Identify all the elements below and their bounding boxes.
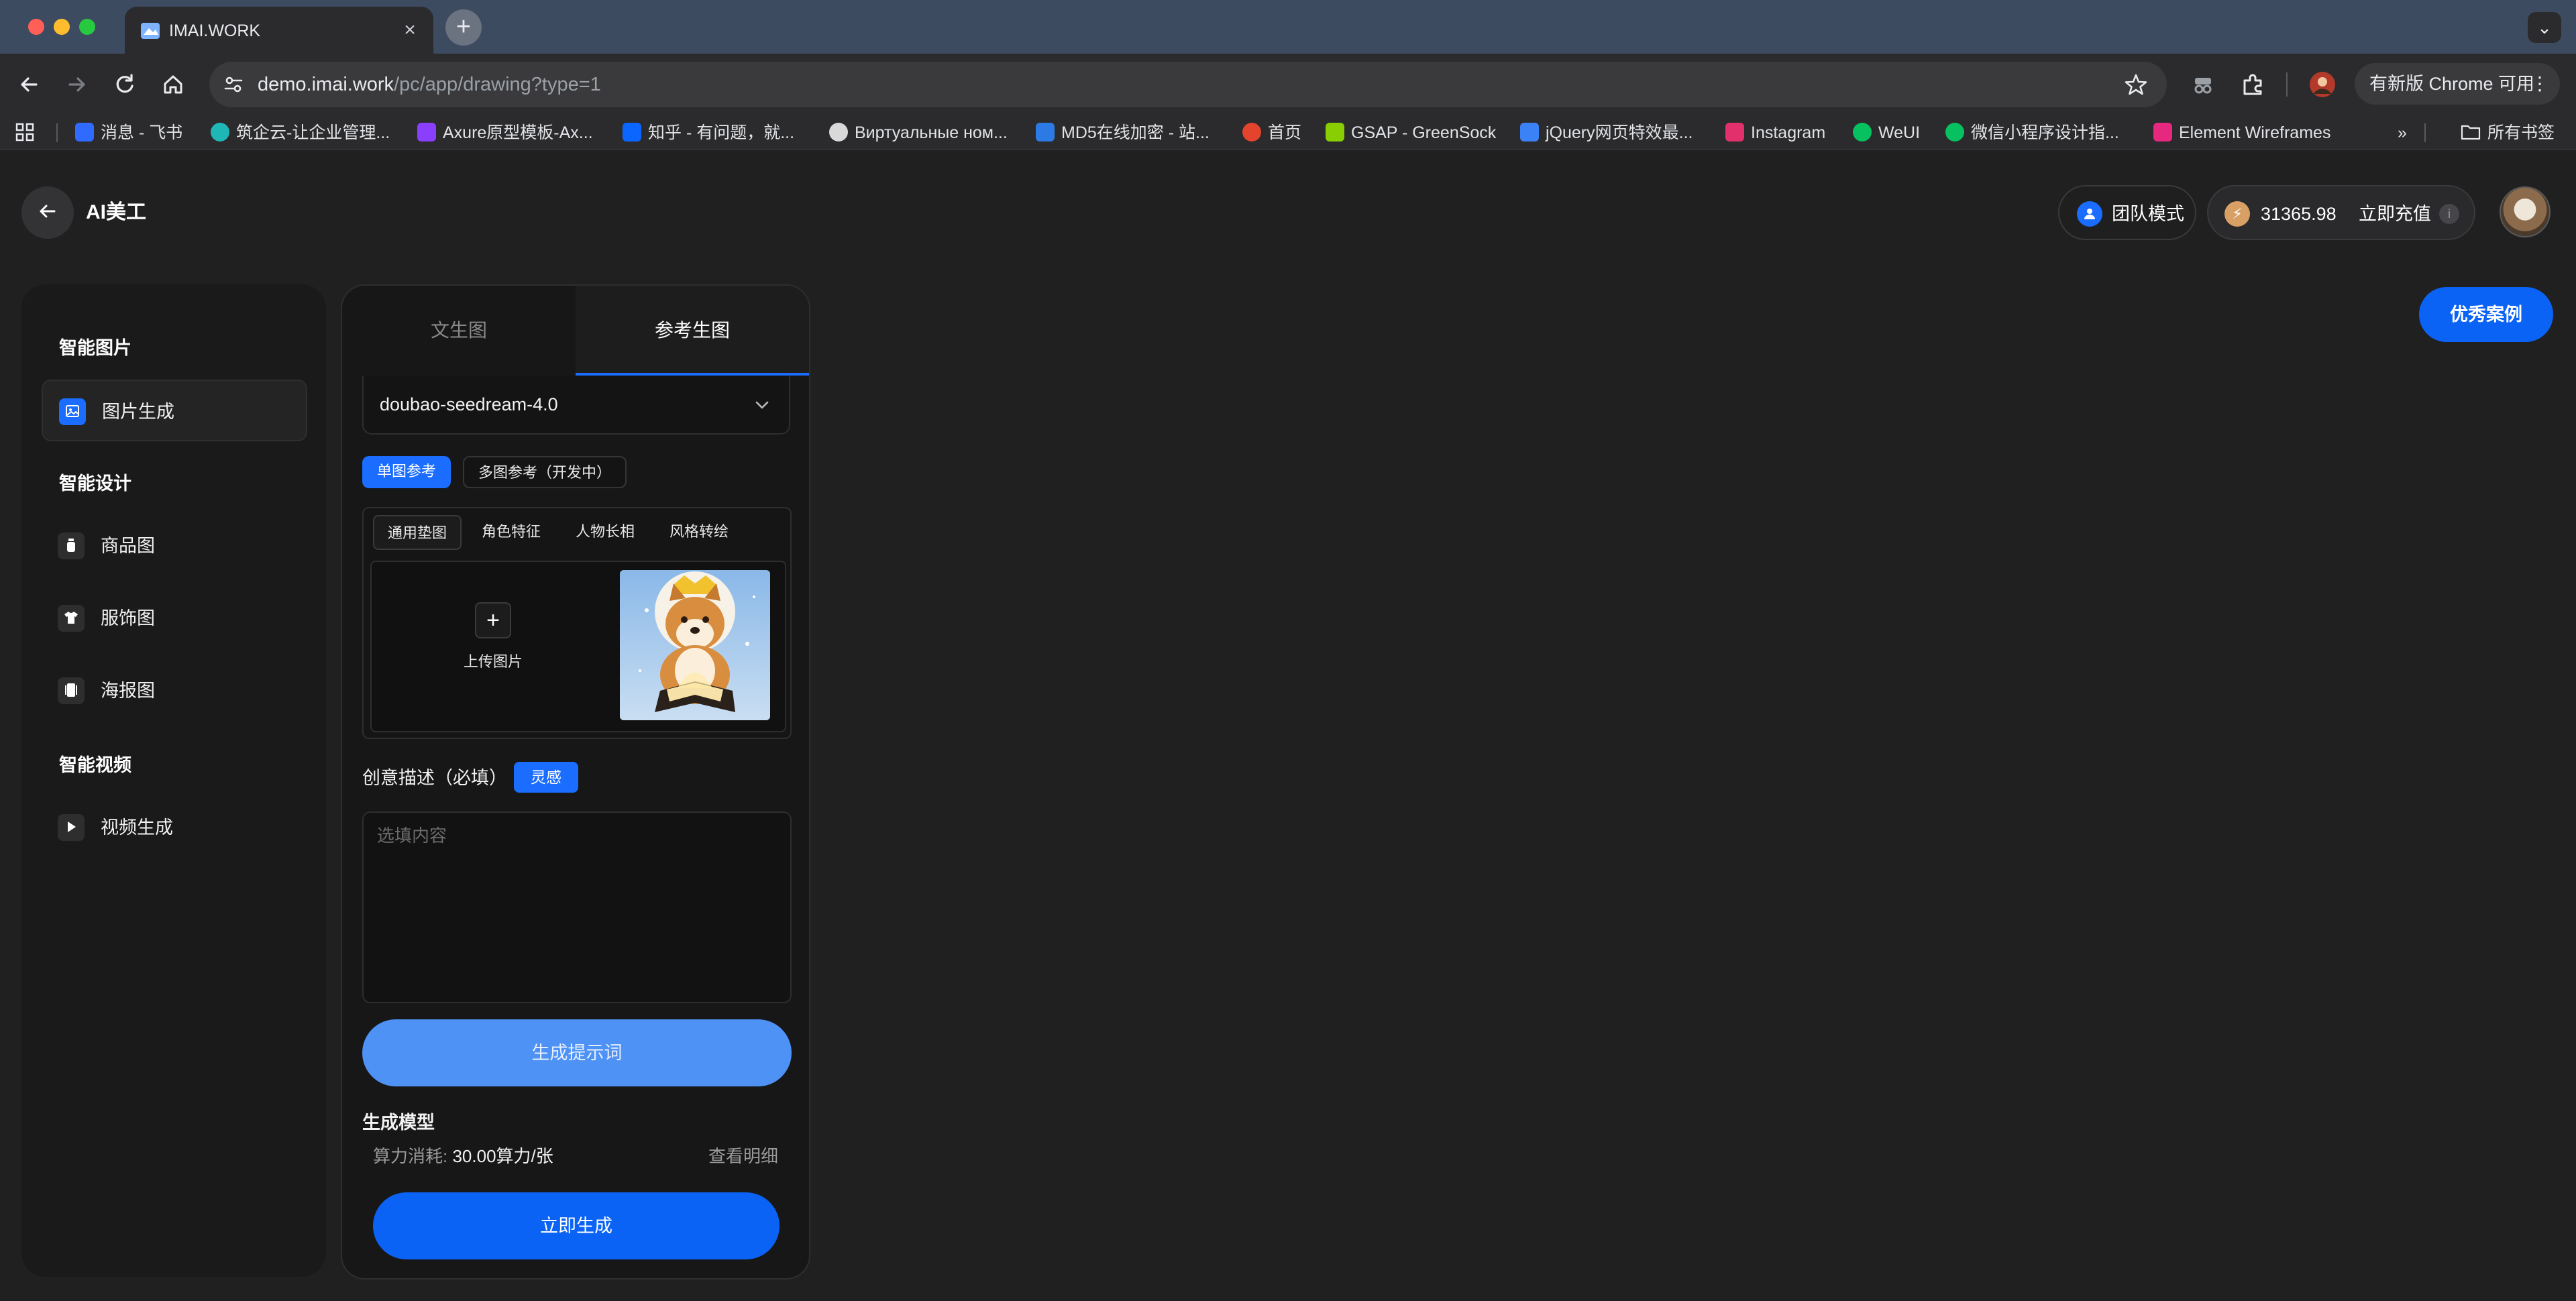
compute-cost: 算力消耗: 30.00算力/张 — [373, 1146, 553, 1166]
upload-label: 上传图片 — [463, 653, 523, 670]
all-bookmarks-folder[interactable]: 所有书签 — [2461, 121, 2555, 145]
recharge-button[interactable]: 立即充值 — [2359, 201, 2431, 227]
bookmark-item[interactable]: 首页 — [1242, 121, 1301, 145]
poster-icon — [58, 677, 85, 704]
image-icon — [59, 398, 86, 425]
tab-text-to-image[interactable]: 文生图 — [342, 286, 576, 376]
bookmark-item[interactable]: Instagram — [1725, 121, 1825, 145]
close-window-button[interactable] — [28, 19, 44, 35]
bookmark-item[interactable]: Element Wireframes — [2153, 121, 2330, 145]
reference-box: 通用垫图 角色特征 人物长相 风格转绘 + 上传图片 — [362, 507, 792, 739]
upload-area: + 上传图片 — [370, 561, 786, 732]
close-tab-icon[interactable]: × — [398, 19, 421, 42]
more-menu-icon[interactable]: ⋮ — [2530, 63, 2549, 105]
bookmark-item[interactable]: 知乎 - 有问题，就... — [623, 121, 794, 145]
address-bar[interactable]: demo.imai.work/pc/app/drawing?type=1 — [209, 62, 2167, 107]
bookmark-item[interactable]: Виртуальные ном... — [829, 121, 1008, 145]
user-avatar[interactable] — [2500, 186, 2551, 237]
compute-cost-value: 30.00算力/张 — [452, 1146, 553, 1166]
site-info-icon[interactable] — [221, 72, 246, 97]
new-tab-button[interactable]: + — [445, 9, 482, 46]
bookmark-star-icon[interactable] — [2123, 71, 2149, 98]
bookmark-item[interactable]: Axure原型模板-Ax... — [417, 121, 593, 145]
forward-arrow-icon[interactable] — [62, 70, 91, 99]
more-bookmarks-icon[interactable]: » — [2398, 121, 2407, 145]
shirt-icon — [58, 605, 85, 632]
bookmark-item[interactable]: WeUI — [1853, 121, 1920, 145]
description-textarea[interactable] — [362, 811, 792, 1003]
lightning-coin-icon: ⚡ — [2224, 201, 2250, 227]
folder-icon — [2461, 125, 2481, 140]
model-select[interactable]: doubao-seedream-4.0 — [362, 376, 790, 435]
showcase-button[interactable]: 优秀案例 — [2419, 287, 2553, 342]
inspiration-button[interactable]: 灵感 — [514, 762, 578, 793]
info-icon[interactable]: i — [2439, 204, 2459, 224]
back-button[interactable] — [21, 186, 74, 239]
team-mode-button[interactable]: 团队模式 — [2058, 185, 2196, 240]
profile-avatar-icon[interactable] — [2308, 70, 2337, 99]
tab-title: IMAI.WORK — [169, 21, 261, 40]
upload-plus-button[interactable]: + — [475, 602, 511, 638]
tab-search-chevron-icon[interactable]: ⌄ — [2528, 12, 2561, 43]
subtab-general[interactable]: 通用垫图 — [373, 515, 462, 550]
sidebar-group-title: 智能设计 — [59, 473, 131, 494]
browser-toolbar: demo.imai.work/pc/app/drawing?type=1 有新版… — [0, 54, 2576, 115]
view-details-link[interactable]: 查看明细 — [708, 1144, 778, 1168]
bookmark-item[interactable]: GSAP - GreenSock — [1326, 121, 1496, 145]
chrome-update-button[interactable]: 有新版 Chrome 可用 ⋮ — [2355, 63, 2560, 105]
page-title: AI美工 — [86, 201, 146, 223]
maximize-window-button[interactable] — [79, 19, 95, 35]
balance-amount: 31365.98 — [2261, 204, 2337, 224]
reference-image-thumbnail[interactable] — [620, 570, 770, 720]
bookmark-item[interactable]: MD5在线加密 - 站... — [1036, 121, 1210, 145]
site-favicon-icon — [140, 20, 161, 42]
generation-model-label: 生成模型 — [362, 1113, 435, 1133]
description-label: 创意描述（必填） — [362, 768, 507, 788]
arrow-left-icon — [40, 205, 56, 218]
sidebar-item-video-generation[interactable]: 视频生成 — [42, 797, 307, 858]
product-icon — [58, 532, 85, 559]
bookmark-item[interactable]: jQuery网页特效最... — [1520, 121, 1693, 145]
browser-tab-active[interactable]: IMAI.WORK × — [125, 7, 433, 54]
apps-grid-icon[interactable] — [15, 121, 35, 145]
tab-reference-image[interactable]: 参考生图 — [576, 286, 809, 376]
browser-tabstrip: IMAI.WORK × + ⌄ — [0, 0, 2576, 54]
chevron-down-icon — [751, 394, 773, 416]
minimize-window-button[interactable] — [54, 19, 70, 35]
generate-prompt-button[interactable]: 生成提示词 — [362, 1019, 792, 1086]
bookmark-divider — [56, 123, 58, 142]
sidebar-item-apparel[interactable]: 服饰图 — [42, 587, 307, 649]
balance-widget[interactable]: ⚡ 31365.98 立即充值 i — [2207, 185, 2475, 240]
sidebar-item-poster[interactable]: 海报图 — [42, 660, 307, 722]
bookmarks-bar: 消息 - 飞书 筑企云-让企业管理... Axure原型模板-Ax... 知乎 … — [0, 115, 2576, 150]
toolbar-divider — [2286, 72, 2288, 97]
model-select-value: doubao-seedream-4.0 — [380, 394, 558, 414]
sidebar-group-title: 智能图片 — [59, 338, 131, 358]
subtab-face[interactable]: 人物长相 — [561, 515, 649, 550]
extensions-puzzle-icon[interactable] — [2238, 70, 2267, 99]
sidebar-item-product[interactable]: 商品图 — [42, 515, 307, 577]
incognito-icon[interactable] — [2188, 70, 2218, 99]
bookmark-divider — [2424, 123, 2426, 142]
sidebar-item-image-generation[interactable]: 图片生成 — [42, 380, 307, 441]
user-icon — [2077, 201, 2102, 227]
bookmark-item[interactable]: 微信小程序设计指... — [1945, 121, 2119, 145]
generation-panel: 文生图 参考生图 doubao-seedream-4.0 单图参考 多图参考（开… — [341, 284, 810, 1280]
single-reference-button[interactable]: 单图参考 — [362, 456, 451, 488]
sidebar: 智能图片 图片生成 智能设计 商品图 服饰图 海报图 智能视频 视频生成 — [21, 284, 326, 1277]
url-text: demo.imai.work/pc/app/drawing?type=1 — [258, 74, 601, 95]
subtab-style-transfer[interactable]: 风格转绘 — [655, 515, 743, 550]
play-icon — [58, 814, 85, 841]
back-arrow-icon[interactable] — [15, 70, 44, 99]
bookmark-item[interactable]: 消息 - 飞书 — [75, 121, 182, 145]
reload-icon[interactable] — [110, 70, 140, 99]
sidebar-group-title: 智能视频 — [59, 755, 131, 775]
home-icon[interactable] — [158, 70, 188, 99]
subtab-character[interactable]: 角色特征 — [467, 515, 555, 550]
generate-now-button[interactable]: 立即生成 — [373, 1192, 780, 1259]
bookmark-item[interactable]: 筑企云-让企业管理... — [211, 121, 390, 145]
multi-reference-button[interactable]: 多图参考（开发中） — [463, 456, 627, 488]
